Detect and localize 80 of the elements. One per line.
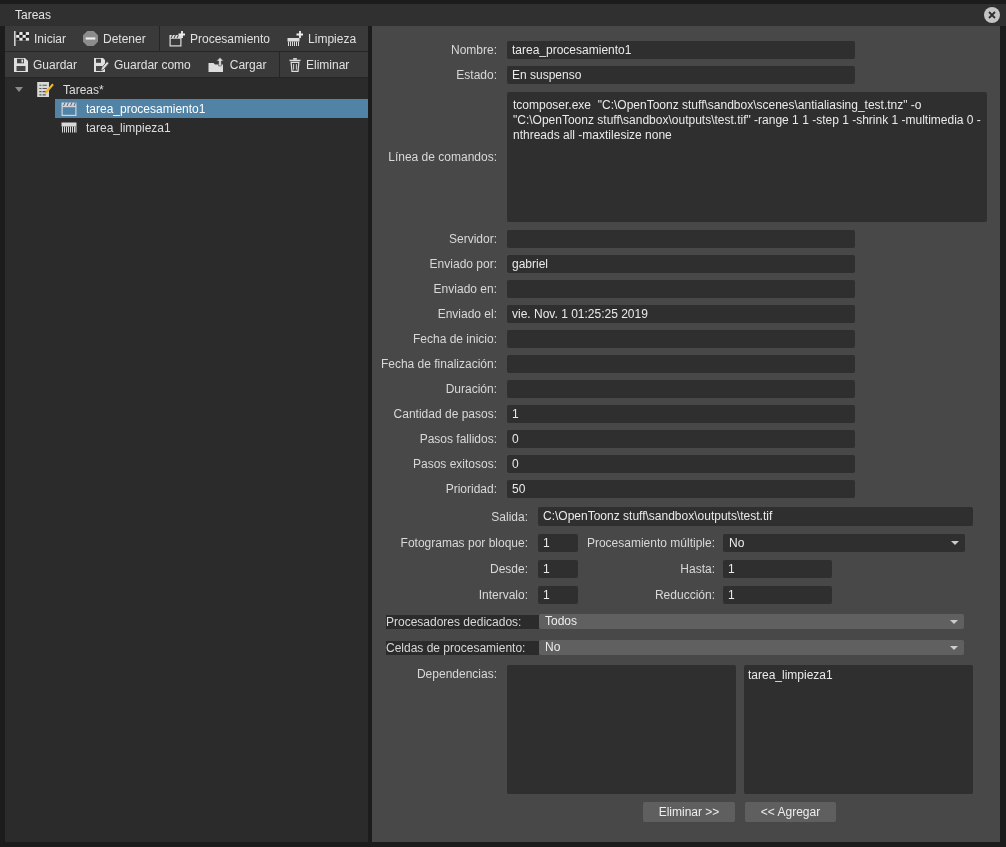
checkered-flag-icon (14, 31, 29, 46)
field-label: Pasos fallidos: (418, 432, 497, 446)
number-field[interactable]: 1 (538, 560, 578, 578)
text-field[interactable]: 0 (507, 455, 855, 473)
task-item[interactable]: tarea_procesamiento1 (55, 99, 368, 118)
text-field[interactable]: En suspenso (507, 66, 855, 84)
field-label: Salida: (490, 509, 528, 524)
trash-icon (289, 57, 301, 72)
field-label: Procesamiento múltiple: (585, 536, 715, 550)
clapperboard-plus-icon (169, 30, 185, 47)
text-field[interactable]: 1 (507, 405, 855, 423)
field-label: Fecha de finalización: (379, 357, 497, 371)
field-label: Desde: (488, 562, 528, 576)
text-field[interactable]: tarea_procesamiento1 (507, 41, 855, 59)
field-label: Intervalo: (477, 588, 528, 602)
text-field[interactable] (507, 280, 855, 298)
field-label: Cantidad de pasos: (392, 407, 497, 421)
command-line-field[interactable]: tcomposer.exe "C:\OpenToonz stuff\sandbox\scenes\antialiasing_test.tnz" -o "C:\OpenToonz stuff\sandbox\outputs\test.tif" -range 1 1 -step 1 -shrink 1 -multimedia 0 -nthreads all -maxtilesize none (507, 92, 987, 222)
dropdown[interactable]: No (723, 534, 965, 552)
field-label: Nombre: (450, 43, 497, 57)
tree-folder-item[interactable]: Tareas* (5, 80, 368, 99)
field-label: Línea de comandos: (387, 150, 497, 164)
brush-plus-icon (287, 30, 304, 47)
text-field[interactable]: 50 (507, 480, 855, 498)
field-label: Prioridad: (444, 482, 497, 496)
text-field[interactable] (507, 330, 855, 348)
field-label: Servidor: (447, 232, 497, 246)
text-field[interactable]: gabriel (507, 255, 855, 273)
text-field[interactable]: 0 (507, 430, 855, 448)
dropdown-arrow-icon (950, 645, 958, 650)
field-label: Estado: (455, 68, 497, 82)
number-field[interactable]: 1 (538, 586, 578, 604)
window-title: Tareas (15, 8, 52, 22)
field-label: Dependencias: (415, 667, 497, 681)
save-button[interactable]: Guardar (5, 52, 86, 77)
save-icon (14, 57, 28, 72)
close-icon[interactable] (984, 7, 1000, 23)
dropdown[interactable]: No (539, 640, 964, 655)
render-button[interactable]: Procesamiento (160, 26, 279, 51)
text-field[interactable] (507, 380, 855, 398)
expand-triangle-icon[interactable] (15, 87, 23, 92)
floppy-pencil-icon (94, 57, 110, 72)
field-label: Enviado por: (428, 257, 497, 271)
field-label: Reducción: (653, 588, 715, 602)
task-item[interactable]: tarea_limpieza1 (55, 118, 368, 137)
text-field[interactable] (507, 230, 855, 248)
remove-button[interactable]: Eliminar >> (643, 802, 735, 822)
field-label: Celdas de procesamiento: (386, 640, 539, 655)
comb-icon (61, 122, 77, 133)
clapperboard-icon (61, 101, 77, 116)
load-button[interactable]: Cargar (198, 52, 275, 77)
number-field[interactable]: 1 (723, 560, 832, 578)
start-button[interactable]: Iniciar (5, 26, 74, 51)
stop-button[interactable]: Detener (74, 26, 154, 51)
field-label: Fecha de inicio: (411, 332, 497, 346)
dropdown[interactable]: Todos (539, 614, 964, 629)
field-label: Procesadores dedicados: (386, 614, 539, 629)
output-path-field[interactable]: C:\OpenToonz stuff\sandbox\outputs\test.tif (538, 507, 973, 526)
add-button[interactable]: << Agregar (745, 802, 836, 822)
stop-sign-icon (83, 31, 98, 46)
text-field[interactable]: vie. Nov. 1 01:25:25 2019 (507, 305, 855, 323)
field-label: Hasta: (679, 562, 715, 576)
cleanup-button[interactable]: Limpieza (278, 26, 365, 51)
number-field[interactable]: 1 (538, 534, 578, 552)
text-field[interactable] (507, 355, 855, 373)
list-item[interactable]: tarea_limpieza1 (748, 667, 969, 683)
field-label: Pasos exitosos: (411, 457, 497, 471)
number-field[interactable]: 1 (723, 586, 832, 604)
field-label: Duración: (444, 382, 497, 396)
field-label: Enviado en: (432, 282, 497, 296)
list-box[interactable]: tarea_limpieza1 (744, 665, 973, 794)
list-box[interactable] (507, 665, 736, 794)
field-label: Fotogramas por bloque: (399, 536, 528, 550)
field-label: Enviado el: (436, 307, 497, 321)
save-as-button[interactable]: Guardar como (85, 52, 199, 77)
checklist-pencil-icon (37, 82, 54, 97)
delete-button[interactable]: Eliminar (280, 52, 358, 77)
folder-upload-icon (207, 56, 225, 73)
dropdown-arrow-icon (950, 619, 958, 624)
dropdown-arrow-icon (951, 541, 959, 545)
